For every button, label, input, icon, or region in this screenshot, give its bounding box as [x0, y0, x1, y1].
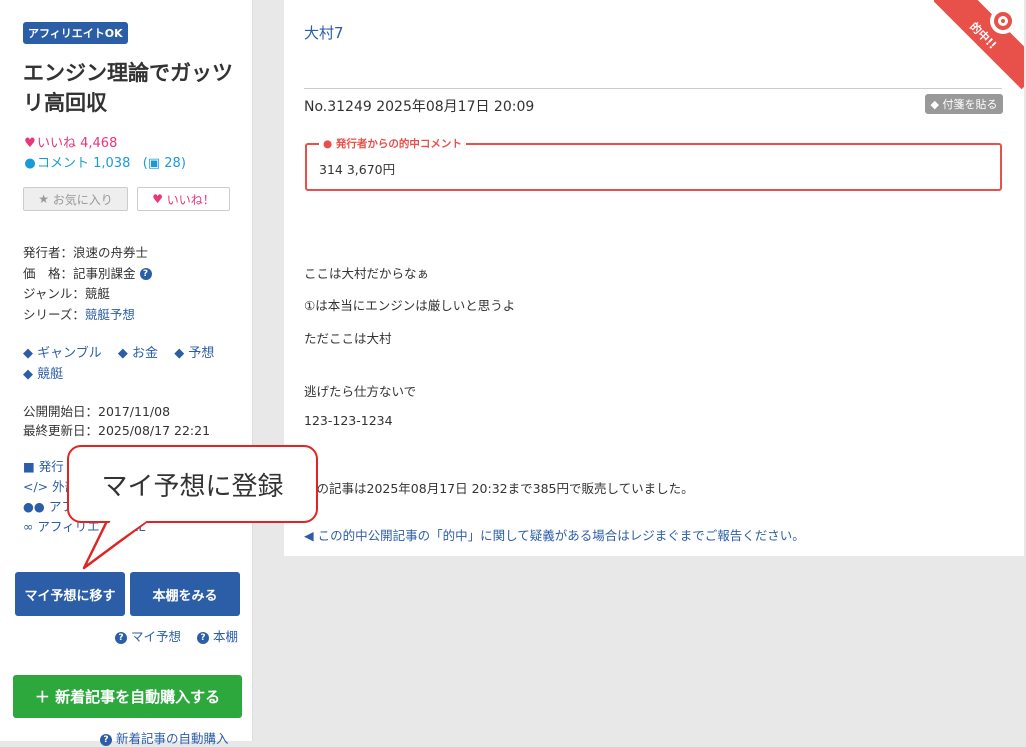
divider [304, 88, 1002, 89]
target-icon [990, 8, 1016, 34]
tag-list: ◆ ギャンブル ◆ お金 ◆ 予想 ◆ 競艇 [23, 343, 238, 385]
tag-icon: ◆ [23, 367, 33, 382]
tag-item[interactable]: ◆ 競艇 [23, 364, 63, 385]
heart-icon: ♥ [152, 192, 163, 206]
article-meta: 発行者：浪速の舟券士 価 格：記事別課金 ? ジャンル：競艇 シリーズ：競艇予想 [23, 243, 252, 325]
megaphone-icon: ◀ [304, 528, 314, 543]
tag-item[interactable]: ◆ 予想 [174, 343, 214, 364]
updated-date: 最終更新日：2025/08/17 22:21 [23, 423, 211, 438]
auto-buy-button[interactable]: ＋ 新着記事を自動購入する [13, 675, 242, 718]
tag-icon: ◆ [930, 97, 939, 111]
chat-icon: ■ [23, 459, 35, 474]
genre-link[interactable]: 競艇 [85, 286, 110, 301]
annotation-callout: マイ予想に登録 [67, 445, 318, 523]
sale-notice: この記事は2025年08月17日 20:32まで385円で販売していました。 [304, 481, 694, 496]
help-icon[interactable]: ? [139, 268, 152, 280]
stats: ♥いいね 4,468 ●コメント 1,038 (▣ 28) [23, 134, 252, 174]
tag-icon: ◆ [23, 346, 33, 361]
comments-stat[interactable]: ●コメント 1,038 (▣ 28) [23, 154, 252, 174]
shelf-button[interactable]: 本棚をみる [130, 572, 240, 616]
tag-icon: ◆ [117, 346, 128, 361]
comment-legend: ● 発行者からの的中コメント [319, 136, 466, 151]
article-dates: 公開開始日：2017/11/08 最終更新日：2025/08/17 22:21 [23, 402, 252, 440]
tag-item[interactable]: ◆ お金 [118, 343, 158, 364]
article-title: エンジン理論でガッツリ高回収 [23, 61, 233, 115]
my-prediction-button[interactable]: マイ予想に移す [15, 572, 125, 616]
plus-icon: ＋ [34, 688, 50, 706]
star-icon: ★ [38, 192, 49, 206]
body-line: 123-123-1234 [304, 413, 393, 428]
affiliate-badge: アフィリエイトOK [23, 22, 128, 44]
comment-icon: ● [24, 156, 36, 171]
gift-icon: ▣ [147, 156, 161, 171]
help-icon: ? [100, 733, 112, 746]
likes-stat: ♥いいね 4,468 [23, 134, 252, 154]
published-date: 公開開始日：2017/11/08 [23, 404, 171, 419]
comment-text: 314 3,670円 [319, 162, 396, 177]
favorite-button[interactable]: ★ お気に入り [23, 187, 128, 211]
sticky-note-button[interactable]: ◆ 付箋を貼る [925, 94, 1003, 114]
shelf-help-link[interactable]: ? 本棚 [197, 626, 238, 645]
link-icon: ∞ [23, 519, 34, 534]
users-icon: ●● [23, 499, 45, 514]
body-line: 逃げたら仕方ないで [304, 384, 417, 399]
article-main: 大村7 的中!! No.31249 2025年08月17日 20:09 ◆ 付箋… [284, 0, 1024, 556]
price-value: 記事別課金 [73, 265, 136, 281]
hit-comment-box: ● 発行者からの的中コメント 314 3,670円 [305, 136, 1002, 191]
article-number: No.31249 2025年08月17日 20:09 [304, 99, 535, 115]
auto-buy-help-link[interactable]: ? 新着記事の自動購入 [100, 728, 229, 747]
help-icon: ? [197, 631, 209, 644]
comment-icon: ● [323, 138, 333, 150]
tag-item[interactable]: ◆ ギャンブル [23, 343, 102, 364]
like-button[interactable]: ♥ いいね！ [137, 187, 230, 211]
help-icon: ? [115, 631, 127, 644]
heart-icon: ♥ [24, 136, 36, 151]
body-line: ここは大村だからなぁ [304, 266, 430, 281]
report-link[interactable]: ◀ この的中公開記事の「的中」に関して疑義がある場合はレジまぐまでご報告ください… [304, 525, 805, 544]
series-link[interactable]: 競艇予想 [85, 307, 135, 322]
publisher-name: 浪速の舟券士 [73, 245, 149, 260]
body-line: ただここは大村 [304, 331, 392, 346]
my-prediction-help-link[interactable]: ? マイ予想 [115, 626, 181, 645]
author-link[interactable]: 大村7 [304, 22, 344, 43]
code-icon: </> [23, 479, 49, 494]
body-line: ①は本当にエンジンは厳しいと思うよ [304, 298, 516, 313]
hit-corner-ribbon: 的中!! [934, 0, 1024, 90]
tag-icon: ◆ [174, 346, 185, 361]
